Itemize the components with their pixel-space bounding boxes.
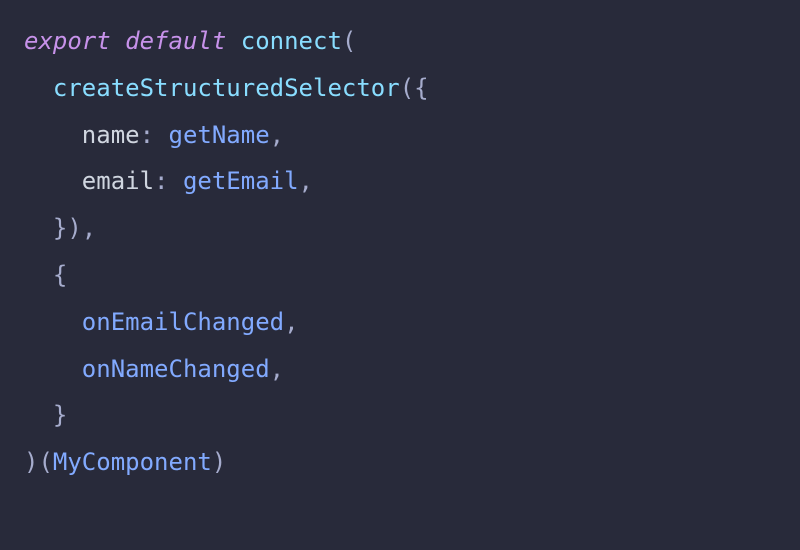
token-kw: export default bbox=[24, 27, 241, 55]
token-punc: : bbox=[154, 167, 183, 195]
token-punc: { bbox=[53, 261, 67, 289]
token-ident: onEmailChanged bbox=[82, 308, 284, 336]
token-punc: )( bbox=[24, 448, 53, 476]
code-line: } bbox=[24, 392, 776, 439]
token-punc: ( bbox=[342, 27, 356, 55]
token-prop: email bbox=[82, 167, 154, 195]
token-punc: , bbox=[284, 308, 298, 336]
code-line: onNameChanged, bbox=[24, 346, 776, 393]
token-ident: onNameChanged bbox=[82, 355, 270, 383]
code-line: { bbox=[24, 252, 776, 299]
token-ident: MyComponent bbox=[53, 448, 212, 476]
token-punc: , bbox=[299, 167, 313, 195]
code-line: name: getName, bbox=[24, 112, 776, 159]
token-ident: getEmail bbox=[183, 167, 299, 195]
code-line: onEmailChanged, bbox=[24, 299, 776, 346]
token-prop: name bbox=[82, 121, 140, 149]
token-punc: ({ bbox=[400, 74, 429, 102]
token-fn: createStructuredSelector bbox=[53, 74, 400, 102]
token-punc: , bbox=[270, 355, 284, 383]
token-ident: getName bbox=[169, 121, 270, 149]
code-line: }), bbox=[24, 205, 776, 252]
code-line: email: getEmail, bbox=[24, 158, 776, 205]
token-punc: , bbox=[270, 121, 284, 149]
code-line: )(MyComponent) bbox=[24, 439, 776, 486]
token-punc: }), bbox=[53, 214, 96, 242]
code-line: export default connect( bbox=[24, 18, 776, 65]
token-punc: ) bbox=[212, 448, 226, 476]
token-fn: connect bbox=[241, 27, 342, 55]
code-line: createStructuredSelector({ bbox=[24, 65, 776, 112]
code-block: export default connect( createStructured… bbox=[24, 18, 776, 486]
token-punc: } bbox=[53, 401, 67, 429]
token-punc: : bbox=[140, 121, 169, 149]
